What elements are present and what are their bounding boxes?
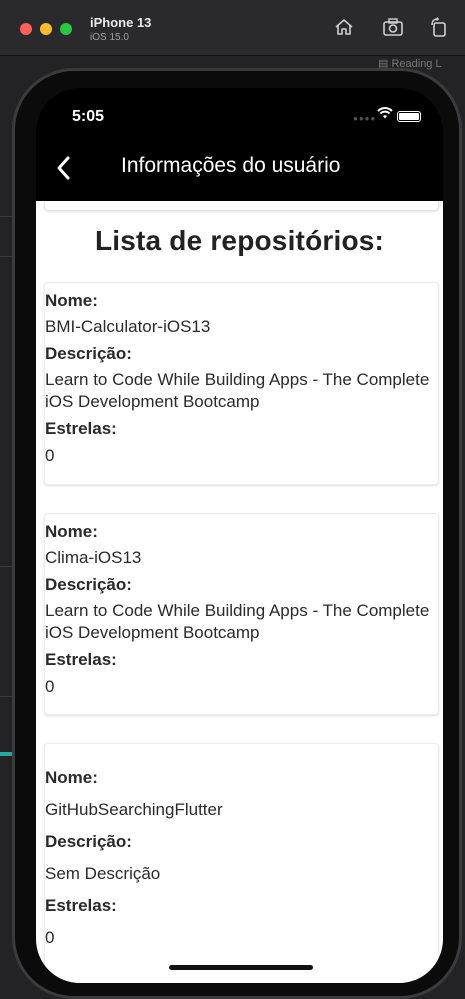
stars-label: Estrelas: — [45, 650, 117, 669]
page-title: Informações do usuário — [121, 154, 341, 177]
home-icon[interactable] — [333, 16, 355, 38]
repo-stars: 0 — [45, 928, 55, 947]
rotate-icon[interactable] — [428, 16, 450, 38]
repo-card[interactable]: Nome: Clima-iOS13 Descrição: Learn to Co… — [44, 513, 439, 715]
stars-label: Estrelas: — [45, 419, 117, 438]
repo-stars: 0 — [45, 677, 55, 696]
repo-name: GitHubSearchingFlutter — [45, 800, 223, 819]
status-icons: ●●●● — [353, 106, 423, 124]
list-heading: Lista de repositórios: — [94, 225, 385, 256]
description-label: Descrição: — [45, 344, 132, 363]
status-time: 5:05 — [72, 108, 105, 125]
zoom-window-button[interactable] — [60, 23, 72, 35]
repo-stars: 0 — [45, 446, 55, 465]
simulator-titlebar: iPhone 13 iOS 15.0 — [0, 0, 465, 56]
repo-description: Sem Descrição — [45, 864, 161, 883]
name-label: Nome: — [45, 291, 98, 310]
description-label: Descrição: — [45, 575, 132, 594]
name-label: Nome: — [45, 768, 98, 787]
iphone-device-frame: 5:05 ●●●● Informações do usuário Lista d… — [12, 68, 462, 999]
simulator-os-version: iOS 15.0 — [90, 32, 129, 43]
battery-icon — [397, 111, 421, 122]
close-window-button[interactable] — [20, 23, 32, 35]
repo-card[interactable]: Nome: BMI-Calculator-iOS13 Descrição: Le… — [44, 282, 439, 485]
signal-icon: ●●●● — [353, 114, 377, 123]
device-screen: 5:05 ●●●● Informações do usuário Lista d… — [36, 88, 443, 983]
repo-card[interactable]: Nome: GitHubSearchingFlutter Descrição: … — [44, 743, 439, 983]
stars-label: Estrelas: — [45, 896, 117, 915]
previous-card-edge — [44, 201, 439, 211]
repo-description: Learn to Code While Building Apps - The … — [45, 370, 430, 411]
background-accent — [0, 752, 12, 756]
simulator-device-name: iPhone 13 — [90, 15, 152, 30]
repo-name: Clima-iOS13 — [45, 548, 142, 567]
home-indicator[interactable] — [169, 965, 313, 970]
navigation-bar: Informações do usuário — [36, 146, 443, 190]
chevron-left-icon[interactable] — [50, 152, 78, 184]
repository-list-view[interactable]: Lista de repositórios: Nome: BMI-Calcula… — [36, 201, 443, 983]
repo-description: Learn to Code While Building Apps - The … — [45, 601, 430, 642]
screenshot-icon[interactable] — [382, 16, 404, 38]
name-label: Nome: — [45, 522, 98, 541]
minimize-window-button[interactable] — [40, 23, 52, 35]
wifi-icon — [377, 106, 393, 124]
repo-name: BMI-Calculator-iOS13 — [45, 317, 211, 336]
description-label: Descrição: — [45, 832, 132, 851]
